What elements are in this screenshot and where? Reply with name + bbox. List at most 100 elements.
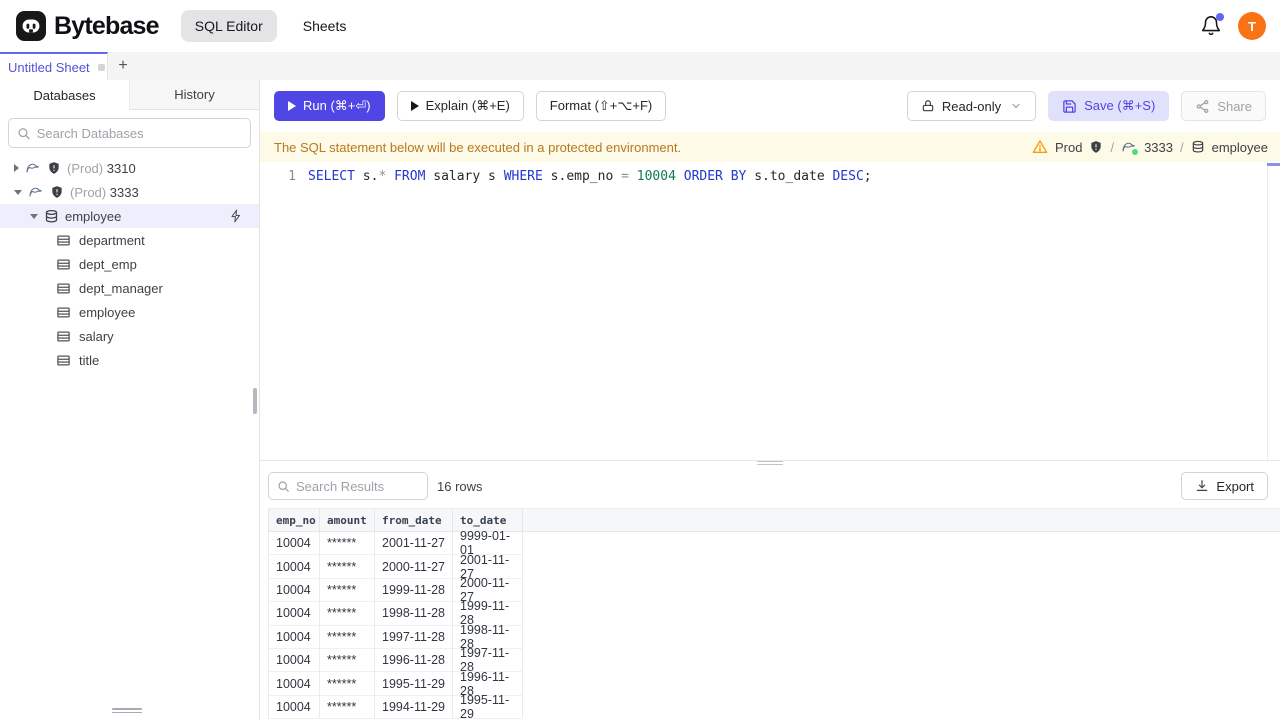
search-icon (18, 127, 30, 139)
table-cell[interactable]: ****** (320, 648, 375, 673)
table-cell[interactable]: 1995-11-29 (375, 672, 453, 696)
database-item-employee[interactable]: employee (0, 204, 259, 228)
table-row[interactable]: 10004 ****** 1995-11-29 1996-11-28 (268, 670, 1280, 698)
table-cell[interactable]: 1995-11-29 (453, 693, 523, 720)
brand-name: Bytebase (54, 11, 160, 40)
table-cell[interactable]: 1998-11-28 (375, 602, 453, 626)
table-cell[interactable]: 10004 (268, 532, 320, 556)
table-icon (56, 329, 71, 344)
results-search[interactable] (268, 472, 428, 500)
table-cell[interactable]: 10004 (268, 648, 320, 673)
database-search[interactable] (8, 118, 251, 148)
format-button[interactable]: Format (⇧+⌥+F) (535, 91, 667, 121)
share-button[interactable]: Share (1181, 91, 1266, 121)
tab-untitled-sheet[interactable]: Untitled Sheet (0, 52, 108, 80)
nav-sheets[interactable]: Sheets (289, 10, 361, 42)
tab-databases[interactable]: Databases (0, 80, 129, 110)
database-search-input[interactable] (36, 125, 242, 141)
table-name: title (79, 352, 100, 368)
table-cell[interactable]: 2000-11-27 (375, 555, 453, 579)
editor-scroll-thumb[interactable] (1267, 163, 1280, 166)
sidebar-table-item[interactable]: title (0, 348, 259, 372)
quick-action-bolt-icon[interactable] (229, 209, 243, 223)
table-row[interactable]: 10004 ****** 2000-11-27 2001-11-27 (268, 553, 1280, 581)
sidebar-table-item[interactable]: employee (0, 300, 259, 324)
table-cell[interactable]: 10004 (268, 578, 320, 603)
table-cell[interactable]: 10004 (268, 625, 320, 649)
table-row[interactable]: 10004 ****** 1998-11-28 1999-11-28 (268, 599, 1280, 627)
table-name: dept_emp (79, 256, 137, 272)
table-cell[interactable]: ****** (320, 695, 375, 720)
column-header[interactable]: emp_no (268, 509, 320, 531)
table-cell[interactable]: 10004 (268, 672, 320, 696)
editor-toolbar: Run (⌘+⏎) Explain (⌘+E) Format (⇧+⌥+F) R… (260, 80, 1280, 132)
readonly-mode-select[interactable]: Read-only (906, 91, 1037, 121)
instance-item-3333[interactable]: (Prod) 3333 (0, 180, 259, 204)
table-cell[interactable]: ****** (320, 532, 375, 556)
column-header[interactable]: amount (320, 509, 375, 531)
instance-item-3310[interactable]: (Prod) 3310 (0, 156, 259, 180)
table-row[interactable]: 10004 ****** 1999-11-28 2000-11-27 (268, 576, 1280, 604)
table-cell[interactable]: 10004 (268, 695, 320, 720)
table-cell[interactable]: 10004 (268, 555, 320, 579)
export-button[interactable]: Export (1181, 472, 1268, 500)
save-button[interactable]: Save (⌘+S) (1048, 91, 1170, 121)
caret-right-icon[interactable] (14, 164, 19, 172)
table-cell[interactable]: 1996-11-28 (375, 648, 453, 673)
table-cell[interactable]: ****** (320, 672, 375, 696)
explain-button[interactable]: Explain (⌘+E) (396, 91, 524, 121)
column-header[interactable]: to_date (453, 509, 523, 531)
avatar[interactable]: T (1238, 12, 1266, 40)
table-row[interactable]: 10004 ****** 2001-11-27 9999-01-01 (268, 529, 1280, 557)
table-name: employee (79, 304, 136, 320)
table-cell[interactable]: ****** (320, 555, 375, 579)
caret-down-icon[interactable] (14, 189, 22, 195)
table-icon (56, 257, 71, 272)
environment-label: Prod (1054, 139, 1083, 155)
table-cell[interactable]: ****** (320, 602, 375, 626)
run-button[interactable]: Run (⌘+⏎) (274, 91, 385, 121)
table-cell[interactable]: 2001-11-27 (375, 532, 453, 556)
notifications-button[interactable] (1200, 13, 1224, 37)
play-icon (288, 101, 296, 111)
table-row[interactable]: 10004 ****** 1996-11-28 1997-11-28 (268, 646, 1280, 674)
sidebar-bottom-resize-handle[interactable] (112, 706, 142, 715)
column-header[interactable]: from_date (375, 509, 453, 531)
table-cell[interactable]: 1997-11-28 (375, 625, 453, 649)
toolbar-right: Read-only Save (⌘+S) Share (906, 91, 1266, 121)
table-icon (56, 353, 71, 368)
table-cell[interactable]: 1994-11-29 (375, 695, 453, 720)
tab-history[interactable]: History (129, 80, 259, 110)
shield-icon (50, 185, 64, 199)
table-icon (56, 233, 71, 248)
caret-down-icon[interactable] (30, 213, 38, 219)
main-panel: Run (⌘+⏎) Explain (⌘+E) Format (⇧+⌥+F) R… (260, 80, 1280, 720)
sidebar-table-item[interactable]: salary (0, 324, 259, 348)
download-icon (1197, 480, 1208, 491)
sidebar-table-item[interactable]: dept_manager (0, 276, 259, 300)
line-number: 1 (288, 168, 296, 184)
code-line[interactable]: 1 SELECT s.* FROM salary s WHERE s.emp_n… (260, 166, 1280, 186)
protected-env-banner: The SQL statement below will be executed… (260, 132, 1280, 162)
connection-breadcrumb: Prod / 3333 / employee (1032, 139, 1268, 155)
sidebar-tables: department dept_emp dept_manager employe… (0, 228, 259, 372)
share-icon (1196, 99, 1209, 113)
table-row[interactable]: 10004 ****** 1994-11-29 1995-11-29 (268, 693, 1280, 720)
table-cell[interactable]: ****** (320, 625, 375, 649)
sidebar-resize-handle[interactable] (253, 388, 257, 414)
sidebar-table-item[interactable]: department (0, 228, 259, 252)
results-search-input[interactable] (296, 478, 419, 494)
table-name: department (79, 232, 145, 248)
database-label: employee (1211, 139, 1268, 155)
sidebar-table-item[interactable]: dept_emp (0, 252, 259, 276)
database-icon (1192, 140, 1203, 153)
instance-label: 3333 (1144, 139, 1173, 155)
table-row[interactable]: 10004 ****** 1997-11-28 1998-11-28 (268, 623, 1280, 651)
add-sheet-button[interactable]: + (108, 52, 138, 80)
nav-sql-editor[interactable]: SQL Editor (180, 10, 277, 42)
table-cell[interactable]: 10004 (268, 602, 320, 626)
table-cell[interactable]: 1999-11-28 (375, 578, 453, 603)
bytebase-logo[interactable]: Bytebase (16, 11, 160, 41)
table-cell[interactable]: ****** (320, 578, 375, 603)
results-table: emp_no amount from_date to_date 10004 ******… (268, 508, 1280, 720)
